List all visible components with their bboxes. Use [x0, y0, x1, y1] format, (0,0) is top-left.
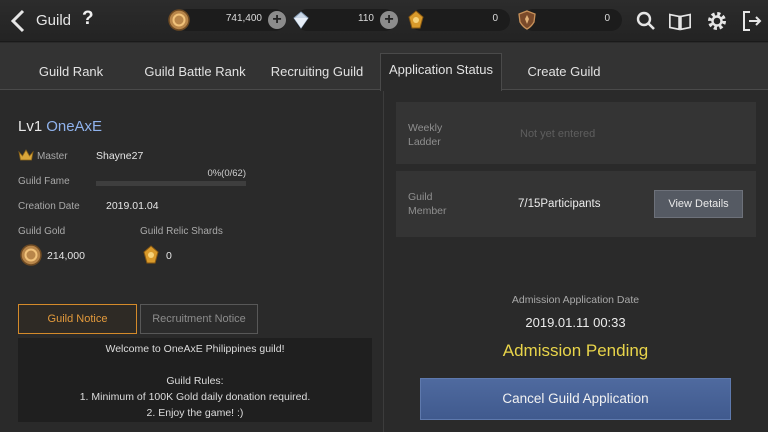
gold-coin-icon	[20, 244, 42, 266]
guild-member-label-line: Member	[408, 205, 447, 217]
gear-icon[interactable]	[705, 9, 729, 33]
tab-bar: Guild Rank Guild Battle Rank Recruiting …	[0, 43, 768, 91]
guild-fame-progress-bar	[96, 181, 246, 186]
tab-application-status[interactable]: Application Status	[380, 53, 502, 91]
application-status: Admission Pending	[502, 341, 649, 360]
weekly-ladder-label: Weekly Ladder	[408, 121, 442, 149]
master-name: Shayne27	[96, 150, 144, 162]
guild-gold-label: Guild Gold	[18, 226, 66, 237]
notice-line: Welcome to OneAxE Philippines guild!	[105, 343, 285, 355]
guild-title: Lv1 OneAxE	[18, 118, 102, 135]
weekly-ladder-label-line: Ladder	[408, 136, 441, 148]
book-icon[interactable]	[668, 9, 694, 33]
top-bar: Guild ? 741,400 + 110 + 0 0	[0, 0, 768, 42]
page-title: Guild	[36, 12, 72, 29]
application-date: 2019.01.11 00:33	[525, 315, 626, 330]
add-diamond-button[interactable]: +	[380, 11, 398, 29]
guild-relic-shards-label: Guild Relic Shards	[140, 226, 223, 237]
notice-line	[18, 357, 372, 373]
guild-name[interactable]: OneAxE	[46, 118, 102, 135]
tab-recruiting-guild[interactable]: Recruiting Guild	[258, 56, 376, 90]
shield-emblem-icon	[516, 9, 538, 31]
search-icon[interactable]	[634, 9, 658, 33]
weekly-ladder-card: Weekly Ladder Not yet entered	[396, 102, 756, 164]
notice-line: 1. Minimum of 100K Gold daily donation r…	[79, 391, 311, 403]
master-label: Master	[37, 151, 68, 162]
notice-line: Guild Rules:	[166, 375, 224, 387]
view-details-button[interactable]: View Details	[654, 190, 743, 218]
exit-icon[interactable]	[740, 9, 764, 33]
emblem-amount: 0	[604, 13, 610, 24]
help-icon[interactable]: ?	[82, 8, 94, 30]
guild-notice-text: Welcome to OneAxE Philippines guild! Gui…	[18, 338, 372, 422]
tab-guild-rank[interactable]: Guild Rank	[10, 56, 132, 90]
back-arrow-icon[interactable]	[8, 8, 28, 34]
weekly-ladder-label-line: Weekly	[408, 122, 443, 134]
add-gold-button[interactable]: +	[268, 11, 286, 29]
relic-shard-icon	[140, 244, 162, 266]
relic-shard-amount: 0	[492, 13, 498, 24]
tab-create-guild[interactable]: Create Guild	[506, 56, 622, 90]
guild-member-label: Guild Member	[408, 190, 447, 218]
guild-relic-shards-amount: 0	[166, 250, 172, 262]
guild-member-card: Guild Member 7/15Participants View Detai…	[396, 171, 756, 237]
guild-member-label-line: Guild	[408, 191, 433, 203]
cancel-guild-application-button[interactable]: Cancel Guild Application	[420, 378, 731, 420]
creation-date: 2019.01.04	[106, 200, 159, 212]
crown-icon	[18, 148, 34, 162]
recruitment-notice-tab[interactable]: Recruitment Notice	[140, 304, 258, 334]
guild-notice-tab[interactable]: Guild Notice	[18, 304, 137, 334]
diamond-icon	[290, 9, 312, 31]
relic-shard-icon	[405, 9, 427, 31]
gold-amount: 741,400	[225, 13, 262, 24]
panel-divider	[383, 91, 384, 432]
guild-member-count: 7/15Participants	[518, 198, 601, 210]
guild-level: Lv1	[18, 118, 43, 135]
creation-date-label: Creation Date	[18, 201, 80, 212]
application-date-label: Admission Application Date	[511, 294, 640, 306]
gold-coin-icon	[168, 9, 190, 31]
guild-fame-value: 0%(0/62)	[207, 168, 246, 179]
weekly-ladder-value: Not yet entered	[520, 128, 596, 140]
guild-fame-label: Guild Fame	[18, 176, 70, 187]
guild-gold-amount: 214,000	[47, 250, 85, 262]
tab-guild-battle-rank[interactable]: Guild Battle Rank	[136, 56, 254, 90]
diamond-amount: 110	[358, 13, 374, 24]
notice-line: 2. Enjoy the game! :)	[146, 407, 244, 419]
